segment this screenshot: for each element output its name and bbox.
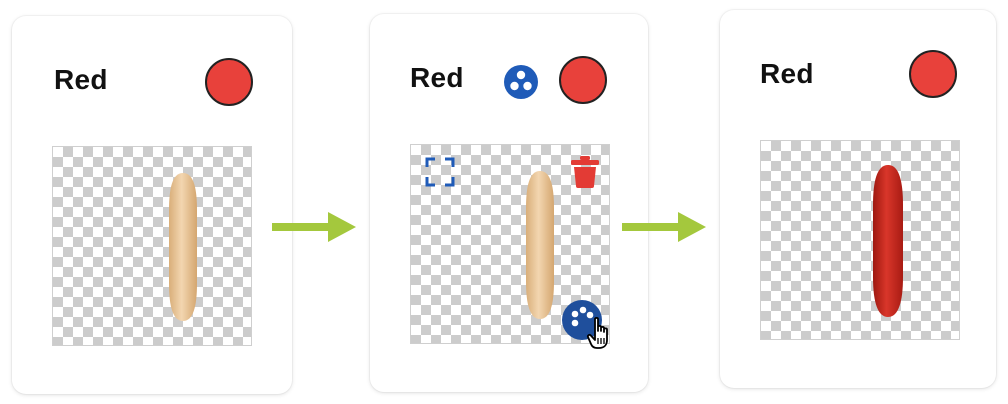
wooden-stick-image xyxy=(169,173,197,321)
color-card-recolored: Red xyxy=(720,10,996,388)
wooden-stick-image xyxy=(526,171,554,319)
palette-icon[interactable] xyxy=(503,64,539,100)
arrow-right-icon xyxy=(622,212,706,242)
arrow-right-icon xyxy=(272,212,356,242)
color-name-label: Red xyxy=(410,62,464,93)
trash-icon[interactable] xyxy=(569,155,601,189)
color-swatch[interactable] xyxy=(909,50,957,98)
image-preview xyxy=(410,144,610,344)
image-preview xyxy=(52,146,252,346)
color-name-label: Red xyxy=(760,58,814,89)
focus-frame-icon[interactable] xyxy=(425,157,455,187)
color-card-original: Red xyxy=(12,16,292,394)
image-preview xyxy=(760,140,960,340)
color-swatch[interactable] xyxy=(205,58,253,106)
red-stick-image xyxy=(873,165,903,317)
color-card-editing: Red xyxy=(370,14,648,392)
color-swatch[interactable] xyxy=(559,56,607,104)
color-name-label: Red xyxy=(54,64,108,95)
hand-pointer-icon xyxy=(586,316,608,349)
